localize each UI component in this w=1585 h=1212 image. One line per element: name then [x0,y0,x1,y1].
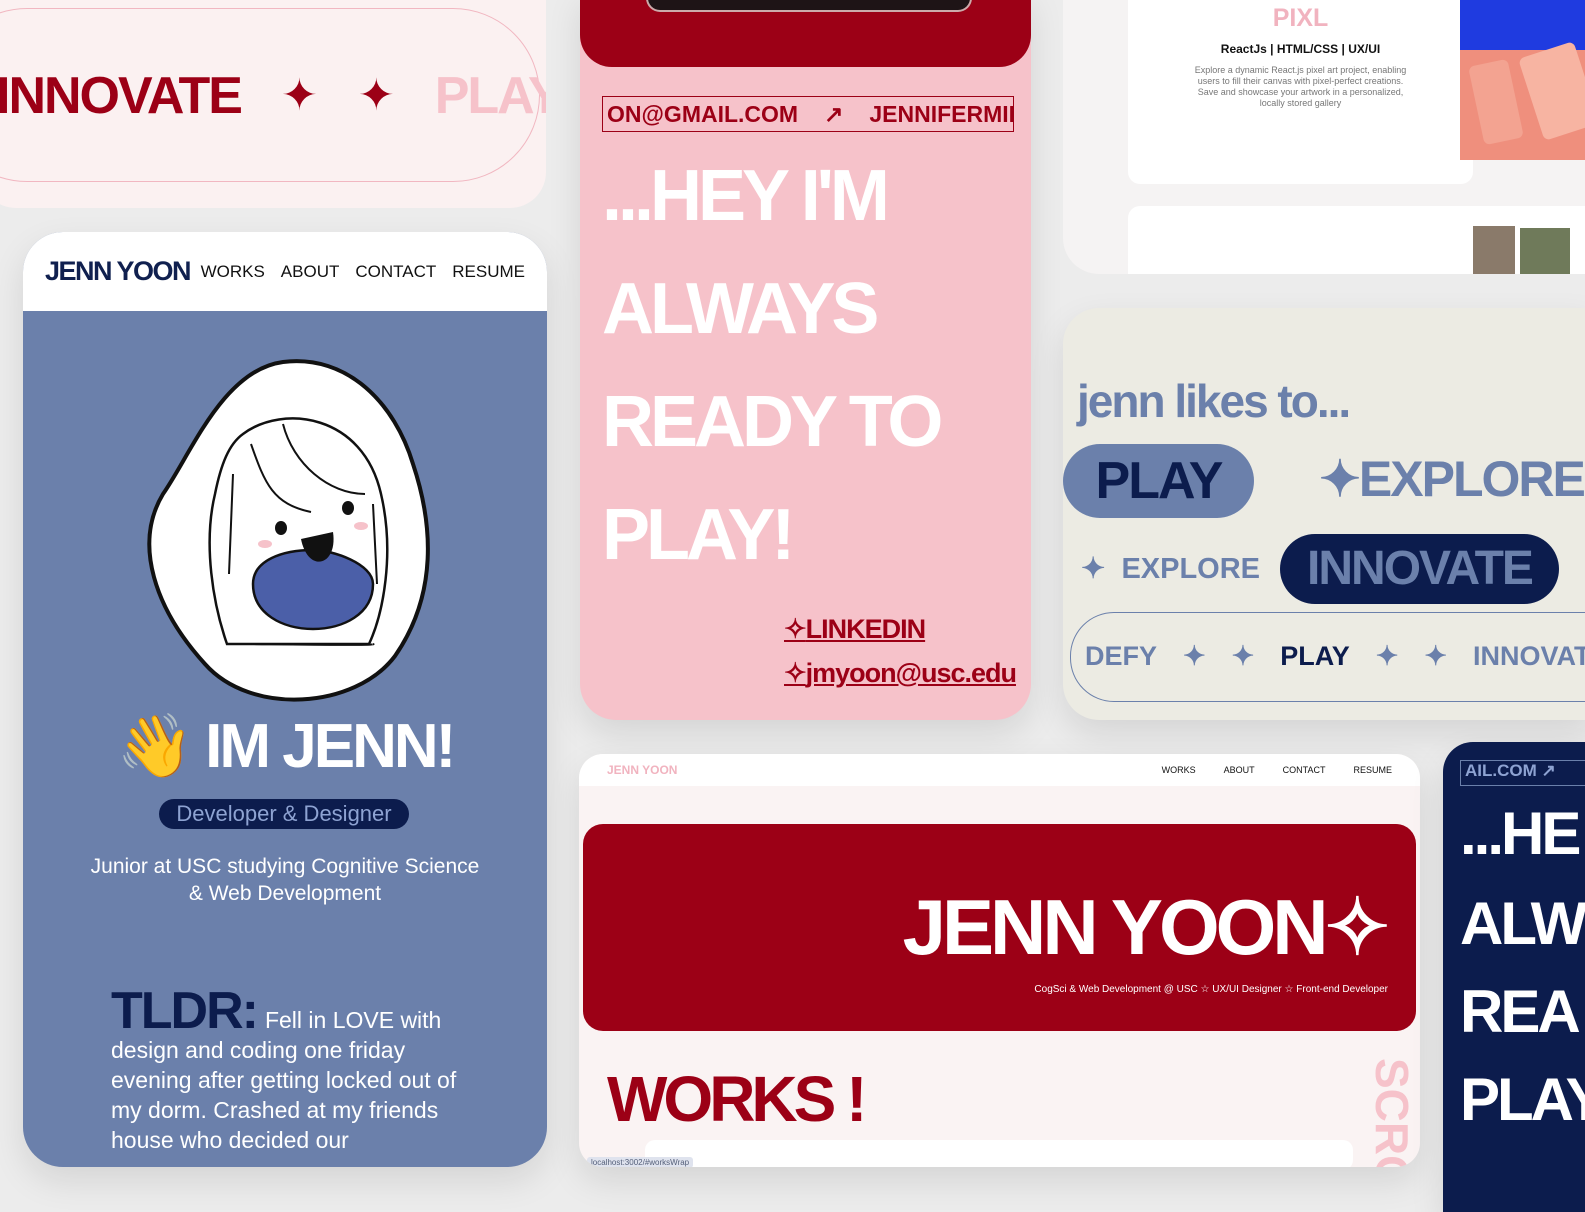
contact-header-bar [580,0,1031,67]
brand-logo[interactable]: JENN YOON [45,256,192,287]
marquee-email[interactable]: ON@GMAIL.COM [607,101,798,128]
wave-icon: 👋 [116,712,194,781]
star-icon: ✦ [1375,641,1399,671]
nav-works[interactable]: WORKS [201,262,265,282]
likes-title: jenn likes to... [1077,375,1351,427]
email-link[interactable]: ✧jmyoon@usc.edu [784,658,1017,689]
arrow-up-right-icon: ↗ [824,100,844,127]
hero-subtitle: CogSci & Web Development @ USC ☆ UX/UI D… [1034,984,1388,995]
greeting-text: IM JENN! [205,712,456,781]
tldr-label: TLDR: [111,982,259,1040]
headline-line-4: PLAY! [602,495,795,575]
bio-text: Junior at USC studying Cognitive Science… [90,855,480,905]
thumb-photo [1473,226,1515,274]
nav-resume[interactable]: RESUME [1353,765,1392,775]
dark-headline-4: PLAY [1460,1066,1585,1133]
likes-card: jenn likes to... PLAY ✦EXPLORE✦ ✦ EXPLOR… [1063,308,1585,720]
dark-headline-3: REA [1460,978,1581,1045]
star-icon: ✦ [1081,553,1106,585]
sparkle-icon: ✧ [784,614,807,644]
nav-about[interactable]: ABOUT [1224,765,1255,775]
dark-contact-card: AIL.COM ↗ ...HE ALW REA PLAY [1443,742,1585,1212]
contact-card: ON@GMAIL.COM ↗ JENNIFERMINAHYO ...HEY I'… [580,0,1031,720]
headline-line-1: ...HEY I'M [602,156,890,236]
nav-contact[interactable]: CONTACT [355,262,436,282]
pill-innovate: INNOVATE [1280,534,1559,604]
device-screen [646,0,972,12]
thumb-photo [1520,228,1570,274]
works-preview-strip[interactable] [645,1140,1353,1167]
star-icon: ✦ [1231,641,1255,671]
contact-marquee: ON@GMAIL.COM ↗ JENNIFERMINAHYO [602,96,1014,132]
star-icon: ✦ [357,71,395,120]
marquee-row: INNOVATE ✦ ✦ PLAY [0,66,546,126]
star-icon: ✦ [1424,641,1448,671]
greeting: 👋 IM JENN! [23,710,547,783]
desktop-navbar: JENN YOON WORKS ABOUT CONTACT RESUME [579,754,1420,786]
role-badge: Developer & Designer [159,799,409,829]
email-label: jmyoon@usc.edu [805,658,1017,688]
status-url: localhost:3002/#worksWrap [587,1157,694,1167]
project-panel-next[interactable] [1128,206,1585,274]
sparkle-icon: ✧ [784,658,807,688]
works-heading: WORKS ! [607,1063,867,1135]
project-thumbnail[interactable] [1460,0,1585,160]
hero-name: JENN YOON✧ [902,883,1390,971]
marquee-handle[interactable]: JENNIFERMINAHYO [869,101,1013,128]
avatar-illustration [147,359,430,702]
project-title: PIXL [1272,4,1329,32]
dark-headline-2: ALW [1460,890,1585,957]
nav-contact[interactable]: CONTACT [1283,765,1326,775]
ring-word-defy: DEFY [1085,641,1158,671]
nav-about[interactable]: ABOUT [281,262,340,282]
headline-line-2: ALWAYS [602,269,879,349]
dark-headline-1: ...HE [1460,800,1581,867]
likes-ring-row: DEFY ✦ ✦ PLAY ✦ ✦ INNOVAT [1085,641,1585,672]
ring-word-play: PLAY [1280,641,1350,671]
project-description: Explore a dynamic React.js pixel art pro… [1194,65,1407,108]
project-card: PIXL ReactJs | HTML/CSS | UX/UI Explore … [1063,0,1585,274]
nav-works[interactable]: WORKS [1162,765,1196,775]
innovate-play-card: INNOVATE ✦ ✦ PLAY [0,0,546,208]
headline-line-3: READY TO [602,382,943,462]
tldr-block: TLDR: Fell in LOVE with design and coding… [111,985,491,1155]
linkedin-link[interactable]: ✧LINKEDIN [784,614,926,645]
brand-logo[interactable]: JENN YOON [607,763,677,777]
hero-banner: JENN YOON✧ CogSci & Web Development @ US… [583,824,1416,1031]
scroll-indicator[interactable]: SCRO [1365,1058,1419,1167]
explore-label: EXPLORE [1121,553,1261,585]
star-icon: ✦ [1183,641,1206,671]
project-panel[interactable]: PIXL ReactJs | HTML/CSS | UX/UI Explore … [1128,0,1473,184]
desktop-nav-links: WORKS ABOUT CONTACT RESUME [1162,765,1392,775]
ring-word-innovate: INNOVAT [1473,641,1585,671]
linkedin-label: LINKEDIN [805,614,926,644]
marquee-word-play: PLAY [434,67,546,125]
nav-resume[interactable]: RESUME [452,262,525,282]
project-tags: ReactJs | HTML/CSS | UX/UI [1220,42,1381,56]
mobile-navbar: JENN YOON WORKS ABOUT CONTACT RESUME [23,232,547,311]
marquee-word-innovate: INNOVATE [0,67,243,125]
thumb-card [1518,41,1585,141]
pill-play: PLAY [1063,444,1254,518]
desktop-home-card: JENN YOON WORKS ABOUT CONTACT RESUME JEN… [579,754,1420,1167]
star-icon: ✦ [280,71,318,120]
thumb-card [1468,58,1524,146]
mobile-home-card: JENN YOON WORKS ABOUT CONTACT RESUME 👋 I… [23,232,547,1167]
pill-explore-outline: ✦EXPLORE✦ [1319,451,1585,507]
mobile-nav-links: WORKS ABOUT CONTACT RESUME [201,262,525,282]
dark-marquee[interactable]: AIL.COM ↗ [1460,760,1585,786]
pill-explore: ✦ EXPLORE [1081,553,1260,586]
